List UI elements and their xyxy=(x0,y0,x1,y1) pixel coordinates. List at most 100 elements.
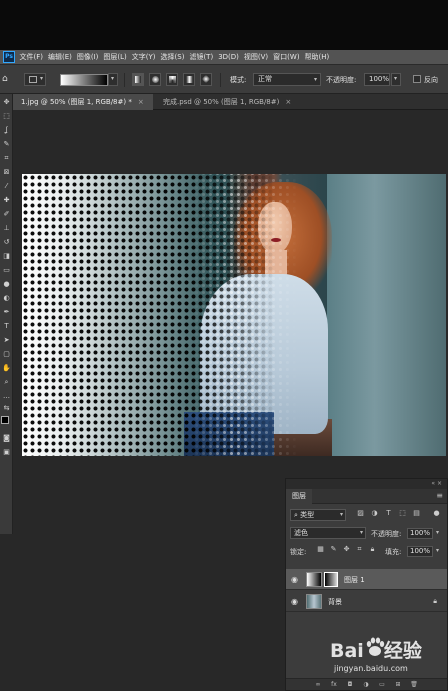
blend-mode-select[interactable]: 滤色 ▾ xyxy=(290,527,366,539)
dodge-tool-icon[interactable]: ◐ xyxy=(2,294,11,303)
close-icon[interactable]: × xyxy=(285,98,291,106)
layer-name[interactable]: 背景 xyxy=(328,597,342,607)
preset-icon xyxy=(29,76,37,83)
menu-3d[interactable]: 3D(D) xyxy=(216,53,242,61)
swap-colors-icon[interactable]: ⇆ xyxy=(2,404,11,413)
marquee-tool-icon[interactable]: ⬚ xyxy=(2,112,11,121)
chevron-down-icon[interactable]: ▾ xyxy=(436,547,439,554)
brush-tool-icon[interactable]: ✐ xyxy=(2,210,11,219)
reverse-label: 反向 xyxy=(424,76,438,84)
panel-menu-icon[interactable]: ≡ xyxy=(436,491,443,500)
chevron-down-icon[interactable]: ▾ xyxy=(436,529,439,536)
menu-view[interactable]: 视图(V) xyxy=(241,52,270,62)
tool-options-bar: ⌂ ▾ ▾ 模式: 正常 ▾ 不透明度: 100% ▾ 反向 xyxy=(0,64,448,94)
lock-image-icon[interactable]: ✎ xyxy=(329,545,338,554)
new-group-icon[interactable]: ▭ xyxy=(378,681,386,689)
layer-row-layer1[interactable]: ◉ 图层 1 xyxy=(286,569,447,590)
foreground-color-swatch[interactable] xyxy=(1,416,9,424)
document-tab-active[interactable]: 1.jpg @ 50% (图层 1, RGB/8#) * × xyxy=(13,94,153,110)
history-brush-tool-icon[interactable]: ↺ xyxy=(2,238,11,247)
radial-gradient-button[interactable] xyxy=(149,73,161,86)
lock-position-icon[interactable]: ✥ xyxy=(342,545,351,554)
more-tools-icon[interactable]: … xyxy=(2,392,11,401)
close-icon[interactable]: × xyxy=(138,98,144,106)
angle-gradient-button[interactable] xyxy=(166,73,178,86)
lock-transparent-icon[interactable]: ▦ xyxy=(316,545,325,554)
separator xyxy=(220,73,221,87)
opacity-value: 100% xyxy=(369,75,390,83)
mode-value: 正常 xyxy=(258,75,272,83)
quick-select-tool-icon[interactable]: ✎ xyxy=(2,140,11,149)
tool-preset-picker[interactable]: ▾ xyxy=(24,73,46,86)
pen-tool-icon[interactable]: ✒ xyxy=(2,308,11,317)
lock-all-icon[interactable]: 🔒︎ xyxy=(368,545,377,554)
new-layer-icon[interactable]: ⊞ xyxy=(394,681,402,689)
menu-image[interactable]: 图像(I) xyxy=(74,52,101,62)
menu-select[interactable]: 选择(S) xyxy=(158,52,187,62)
eye-icon[interactable]: ◉ xyxy=(290,597,299,606)
layer-opacity-input[interactable]: 100% xyxy=(407,528,433,539)
menu-window[interactable]: 窗口(W) xyxy=(271,52,302,62)
filter-toggle-icon[interactable]: ● xyxy=(432,509,441,518)
layer-mask-thumbnail[interactable] xyxy=(324,572,338,587)
type-filter-icon[interactable]: T xyxy=(384,509,393,518)
layer-style-icon[interactable]: fx xyxy=(330,681,338,689)
menu-file[interactable]: 文件(F) xyxy=(17,52,46,62)
fill-value: 100% xyxy=(410,547,431,555)
mode-select[interactable]: 正常 ▾ xyxy=(253,73,321,86)
menu-help[interactable]: 帮助(H) xyxy=(302,52,332,62)
filter-kind-select[interactable]: ⌕ 类型 ▾ xyxy=(290,509,346,521)
quick-mask-icon[interactable]: ◙ xyxy=(2,434,11,443)
menu-layer[interactable]: 图层(L) xyxy=(101,52,129,62)
linear-gradient-button[interactable] xyxy=(132,73,144,86)
reflected-gradient-button[interactable] xyxy=(183,73,195,86)
adjustment-layer-icon[interactable]: ◑ xyxy=(362,681,370,689)
lasso-tool-icon[interactable]: ʆ xyxy=(2,126,11,135)
zoom-tool-icon[interactable]: ⌕ xyxy=(2,378,11,387)
blur-tool-icon[interactable]: ● xyxy=(2,280,11,289)
opacity-input[interactable]: 100% xyxy=(364,73,390,86)
pixel-filter-icon[interactable]: ▨ xyxy=(356,509,365,518)
gradient-picker-dropdown[interactable]: ▾ xyxy=(108,73,118,86)
type-tool-icon[interactable]: T xyxy=(2,322,11,331)
rectangle-tool-icon[interactable]: ▢ xyxy=(2,350,11,359)
clone-stamp-tool-icon[interactable]: ⊥ xyxy=(2,224,11,233)
menu-edit[interactable]: 编辑(E) xyxy=(46,52,75,62)
crop-tool-icon[interactable]: ⌗ xyxy=(2,154,11,163)
link-layers-icon[interactable]: ∞ xyxy=(314,681,322,689)
shape-filter-icon[interactable]: ⬚ xyxy=(398,509,407,518)
diamond-gradient-button[interactable] xyxy=(200,73,212,86)
gradient-editor-swatch[interactable] xyxy=(60,74,108,86)
eye-icon[interactable]: ◉ xyxy=(290,575,299,584)
reverse-checkbox[interactable] xyxy=(413,75,421,83)
adjustment-filter-icon[interactable]: ◑ xyxy=(370,509,379,518)
menu-type[interactable]: 文字(Y) xyxy=(129,52,158,62)
chevron-down-icon: ▾ xyxy=(339,511,343,518)
opacity-slider-toggle[interactable]: ▾ xyxy=(391,73,401,86)
path-select-tool-icon[interactable]: ➤ xyxy=(2,336,11,345)
document-canvas[interactable] xyxy=(22,174,446,456)
menu-filter[interactable]: 滤镜(T) xyxy=(187,52,216,62)
layer-name[interactable]: 图层 1 xyxy=(344,575,365,585)
fill-input[interactable]: 100% xyxy=(407,546,433,557)
gradient-tool-icon[interactable]: ▭ xyxy=(2,266,11,275)
eraser-tool-icon[interactable]: ◨ xyxy=(2,252,11,261)
eyedropper-tool-icon[interactable]: ⁄ xyxy=(2,182,11,191)
add-mask-icon[interactable]: ◘ xyxy=(346,681,354,689)
hand-tool-icon[interactable]: ✋ xyxy=(2,364,11,373)
move-tool-icon[interactable]: ✥ xyxy=(2,98,11,107)
smart-object-filter-icon[interactable]: ▤ xyxy=(412,509,421,518)
frame-tool-icon[interactable]: ⊠ xyxy=(2,168,11,177)
healing-brush-tool-icon[interactable]: ✚ xyxy=(2,196,11,205)
collapse-panel-icon[interactable]: « × xyxy=(431,479,442,489)
blend-mode-row: 滤色 ▾ 不透明度: 100% ▾ xyxy=(286,525,447,541)
layer-row-background[interactable]: ◉ 背景 🔒︎ xyxy=(286,591,447,612)
screen-mode-icon[interactable]: ▣ xyxy=(2,448,11,457)
lock-label: 锁定: xyxy=(290,548,307,556)
tab-layers[interactable]: 图层 xyxy=(286,489,312,504)
document-tab-bar: 1.jpg @ 50% (图层 1, RGB/8#) * × 完成.psd @ 5… xyxy=(13,94,448,110)
delete-layer-icon[interactable]: 🗑︎ xyxy=(410,681,418,689)
home-icon[interactable]: ⌂ xyxy=(2,73,11,85)
lock-artboard-icon[interactable]: ⌗ xyxy=(355,545,364,554)
document-tab[interactable]: 完成.psd @ 50% (图层 1, RGB/8#) × xyxy=(155,94,307,110)
